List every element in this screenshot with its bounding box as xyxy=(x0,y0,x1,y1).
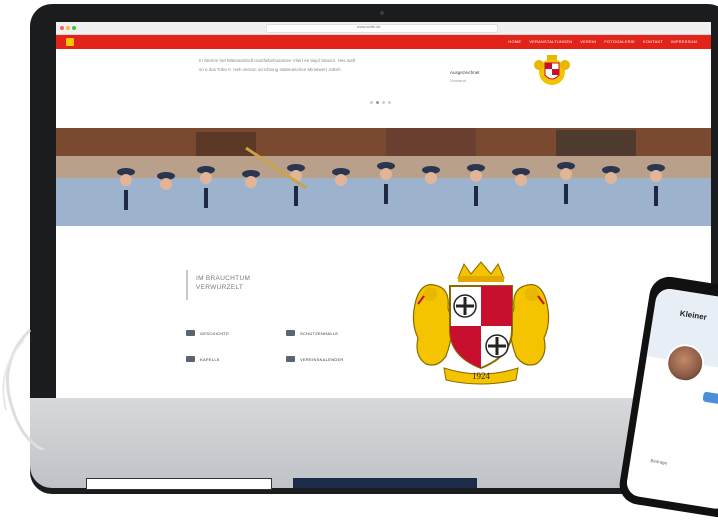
maximize-window-icon[interactable] xyxy=(72,26,76,30)
users-icon xyxy=(186,356,195,362)
link-label: SCHUTZENHALLE xyxy=(300,330,339,336)
link-label: VEREINSKALENDER xyxy=(300,356,344,362)
phone-tab-posts[interactable]: Beitrage xyxy=(650,458,667,466)
carousel-dot-active[interactable] xyxy=(376,101,379,104)
crest-year: 1924 xyxy=(472,371,491,381)
crest-small-logo xyxy=(534,55,570,85)
side-note-subtitle: Vorstand xyxy=(450,78,466,83)
marching-band-illustration xyxy=(56,128,711,226)
decorative-swoosh xyxy=(2,330,45,450)
minimize-window-icon[interactable] xyxy=(66,26,70,30)
carousel-indicator xyxy=(370,101,391,104)
site-navigation: HOME VERANSTALTUNGEN VEREIN FOTOGALERIE … xyxy=(56,35,711,49)
imac-chin xyxy=(30,398,718,488)
intro-text-line-1: In Stemm het Mitenandmdt Hustfwbehusamen… xyxy=(199,58,356,63)
crest-large-logo: 1924 xyxy=(412,261,550,385)
follow-button[interactable] xyxy=(702,391,718,407)
nav-item-contact[interactable]: KONTAKT xyxy=(643,39,663,44)
carousel-dot[interactable] xyxy=(388,101,391,104)
nav-item-imprint[interactable]: IMPRESSUM xyxy=(671,39,697,44)
link-chapel[interactable]: KAPELLE xyxy=(186,356,220,362)
close-window-icon[interactable] xyxy=(60,26,64,30)
users-icon xyxy=(286,356,295,362)
imac-screen: www.seite.de HOME VERANSTALTUNGEN VEREIN… xyxy=(56,22,711,398)
carousel-dot[interactable] xyxy=(370,101,373,104)
nav-menu: HOME VERANSTALTUNGEN VEREIN FOTOGALERIE … xyxy=(508,39,697,44)
nav-item-home[interactable]: HOME xyxy=(508,39,521,44)
bottom-card-dark xyxy=(293,478,477,488)
nav-item-club[interactable]: VEREIN xyxy=(580,39,596,44)
users-icon xyxy=(286,330,295,336)
link-hall[interactable]: SCHUTZENHALLE xyxy=(286,330,338,336)
side-note-title: Ausgezeichnet xyxy=(450,70,480,75)
hero-photo xyxy=(56,128,711,226)
link-history[interactable]: GESCHICHTE xyxy=(186,330,229,336)
site-logo[interactable] xyxy=(66,38,74,46)
nav-item-events[interactable]: VERANSTALTUNGEN xyxy=(529,39,572,44)
link-calendar[interactable]: VEREINSKALENDER xyxy=(286,356,344,362)
bottom-card-light xyxy=(86,478,272,490)
side-note: Ausgezeichnet Vorstand xyxy=(450,70,480,83)
link-label: GESCHICHTE xyxy=(200,330,230,336)
browser-toolbar: www.seite.de xyxy=(56,22,711,35)
carousel-dot[interactable] xyxy=(382,101,385,104)
nav-item-gallery[interactable]: FOTOGALERIE xyxy=(604,39,635,44)
address-bar[interactable]: www.seite.de xyxy=(266,24,498,33)
section-title: IM BRAUCHTUM VERWURZELT xyxy=(196,275,251,291)
address-text: www.seite.de xyxy=(357,24,381,29)
camera-dot xyxy=(380,11,384,15)
section-heading: IM BRAUCHTUM VERWURZELT xyxy=(186,270,298,300)
link-label: KAPELLE xyxy=(200,356,220,362)
users-icon xyxy=(186,330,195,336)
intro-text-line-2: so e das Tobe tr. Heh vernun scrichtung … xyxy=(199,67,342,72)
